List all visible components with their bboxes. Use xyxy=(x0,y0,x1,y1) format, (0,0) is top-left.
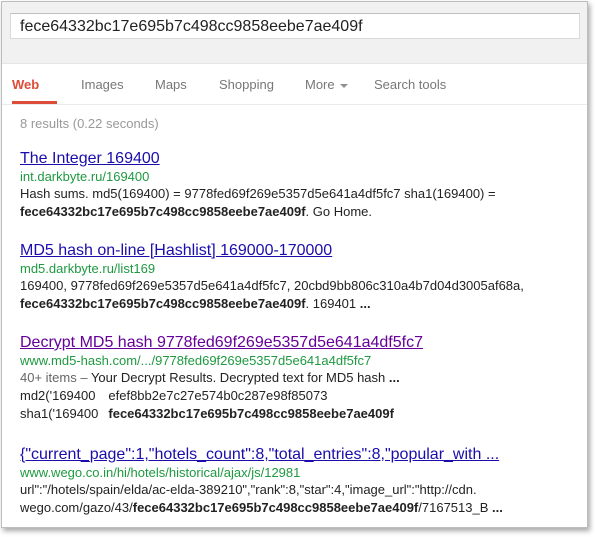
search-result: The Integer 169400 int.darkbyte.ru/169400… xyxy=(20,149,496,221)
snippet-highlight: fece64332bc17e695b7c498cc9858eebe7ae409f xyxy=(132,500,419,515)
snippet-text: . Go Home. xyxy=(305,204,372,219)
caret-down-icon xyxy=(339,83,348,88)
table-cell: sha1('169400 xyxy=(20,406,99,421)
table-cell: md2('169400 xyxy=(20,388,96,403)
snippet-text: Your Decrypt Results. Decrypted text for… xyxy=(90,370,389,385)
browser-window: fece64332bc17e695b7c498cc9858eebe7ae409f… xyxy=(1,1,588,528)
snippet-text: /7167513_B xyxy=(418,500,492,515)
search-result: {"current_page":1,"hotels_count":8,"tota… xyxy=(20,445,503,517)
snippet-text: wego.com/gazo/43/ xyxy=(20,500,133,515)
result-url: www.md5-hash.com/.../9778fed69f269e5357d… xyxy=(20,353,372,368)
snippet-text: Hash sums. md5(169400) = 9778fed69f269e5… xyxy=(20,186,496,201)
search-result: Decrypt MD5 hash 9778fed69f269e5357d5e64… xyxy=(20,333,423,423)
tab-search-tools[interactable]: Search tools xyxy=(374,77,446,92)
snippet-highlight: fece64332bc17e695b7c498cc9858eebe7ae409f xyxy=(20,204,306,219)
search-input[interactable]: fece64332bc17e695b7c498cc9858eebe7ae409f xyxy=(10,13,580,39)
result-snippet-line: 169400, 9778fed69f269e5357d5e641a4df5fc7… xyxy=(20,277,524,295)
snippet-text: 40+ items – xyxy=(20,370,91,385)
result-snippet-line: fece64332bc17e695b7c498cc9858eebe7ae409f… xyxy=(20,295,524,313)
snippet-highlight: ... xyxy=(492,500,503,515)
tab-shopping[interactable]: Shopping xyxy=(219,77,274,92)
snippet-text: url":"/hotels/spain/elda/ac-elda-389210"… xyxy=(20,482,477,497)
result-snippet-line: Hash sums. md5(169400) = 9778fed69f269e5… xyxy=(20,185,496,203)
result-stats: 8 results (0.22 seconds) xyxy=(20,116,159,131)
tab-images[interactable]: Images xyxy=(81,77,124,92)
result-snippet-line: wego.com/gazo/43/fece64332bc17e695b7c498… xyxy=(20,499,503,517)
result-url: int.darkbyte.ru/169400 xyxy=(20,169,150,184)
snippet-highlight: ... xyxy=(388,370,400,385)
tab-maps[interactable]: Maps xyxy=(155,77,187,92)
search-result: MD5 hash on-line [Hashlist] 169000-17000… xyxy=(20,241,524,313)
tab-web[interactable]: Web xyxy=(12,77,39,92)
result-url: md5.darkbyte.ru/list169 xyxy=(20,261,156,276)
result-snippet-line: fece64332bc17e695b7c498cc9858eebe7ae409f… xyxy=(20,203,496,221)
search-tabs: Web Images Maps Shopping More Search too… xyxy=(2,64,587,105)
result-title-link[interactable]: Decrypt MD5 hash 9778fed69f269e5357d5e64… xyxy=(20,333,423,352)
snippet-highlight: fece64332bc17e695b7c498cc9858eebe7ae409f xyxy=(20,296,306,311)
active-tab-indicator xyxy=(12,101,57,104)
search-header: fece64332bc17e695b7c498cc9858eebe7ae409f xyxy=(2,2,587,64)
result-snippet-line: url":"/hotels/spain/elda/ac-elda-389210"… xyxy=(20,481,503,499)
result-url: www.wego.co.in/hi/hotels/historical/ajax… xyxy=(20,465,301,480)
table-cell: fece64332bc17e695b7c498cc9858eebe7ae409f xyxy=(108,406,394,421)
result-title-link[interactable]: The Integer 169400 xyxy=(20,149,496,168)
result-title-link[interactable]: MD5 hash on-line [Hashlist] 169000-17000… xyxy=(20,241,524,260)
snippet-highlight: ... xyxy=(359,296,371,311)
tab-more-label: More xyxy=(305,77,335,92)
result-table: md2('169400 efef8bb2e7c27e574b0c287e98f85… xyxy=(20,387,404,423)
snippet-text: 169400, 9778fed69f269e5357d5e641a4df5fc7… xyxy=(20,278,524,293)
tab-more[interactable]: More xyxy=(305,77,348,92)
snippet-text: . 169401 xyxy=(305,296,360,311)
result-title-link[interactable]: {"current_page":1,"hotels_count":8,"tota… xyxy=(20,445,503,464)
result-snippet-line: 40+ items – Your Decrypt Results. Decryp… xyxy=(20,369,423,387)
table-cell: efef8bb2e7c27e574b0c287e98f85073 xyxy=(108,388,328,403)
